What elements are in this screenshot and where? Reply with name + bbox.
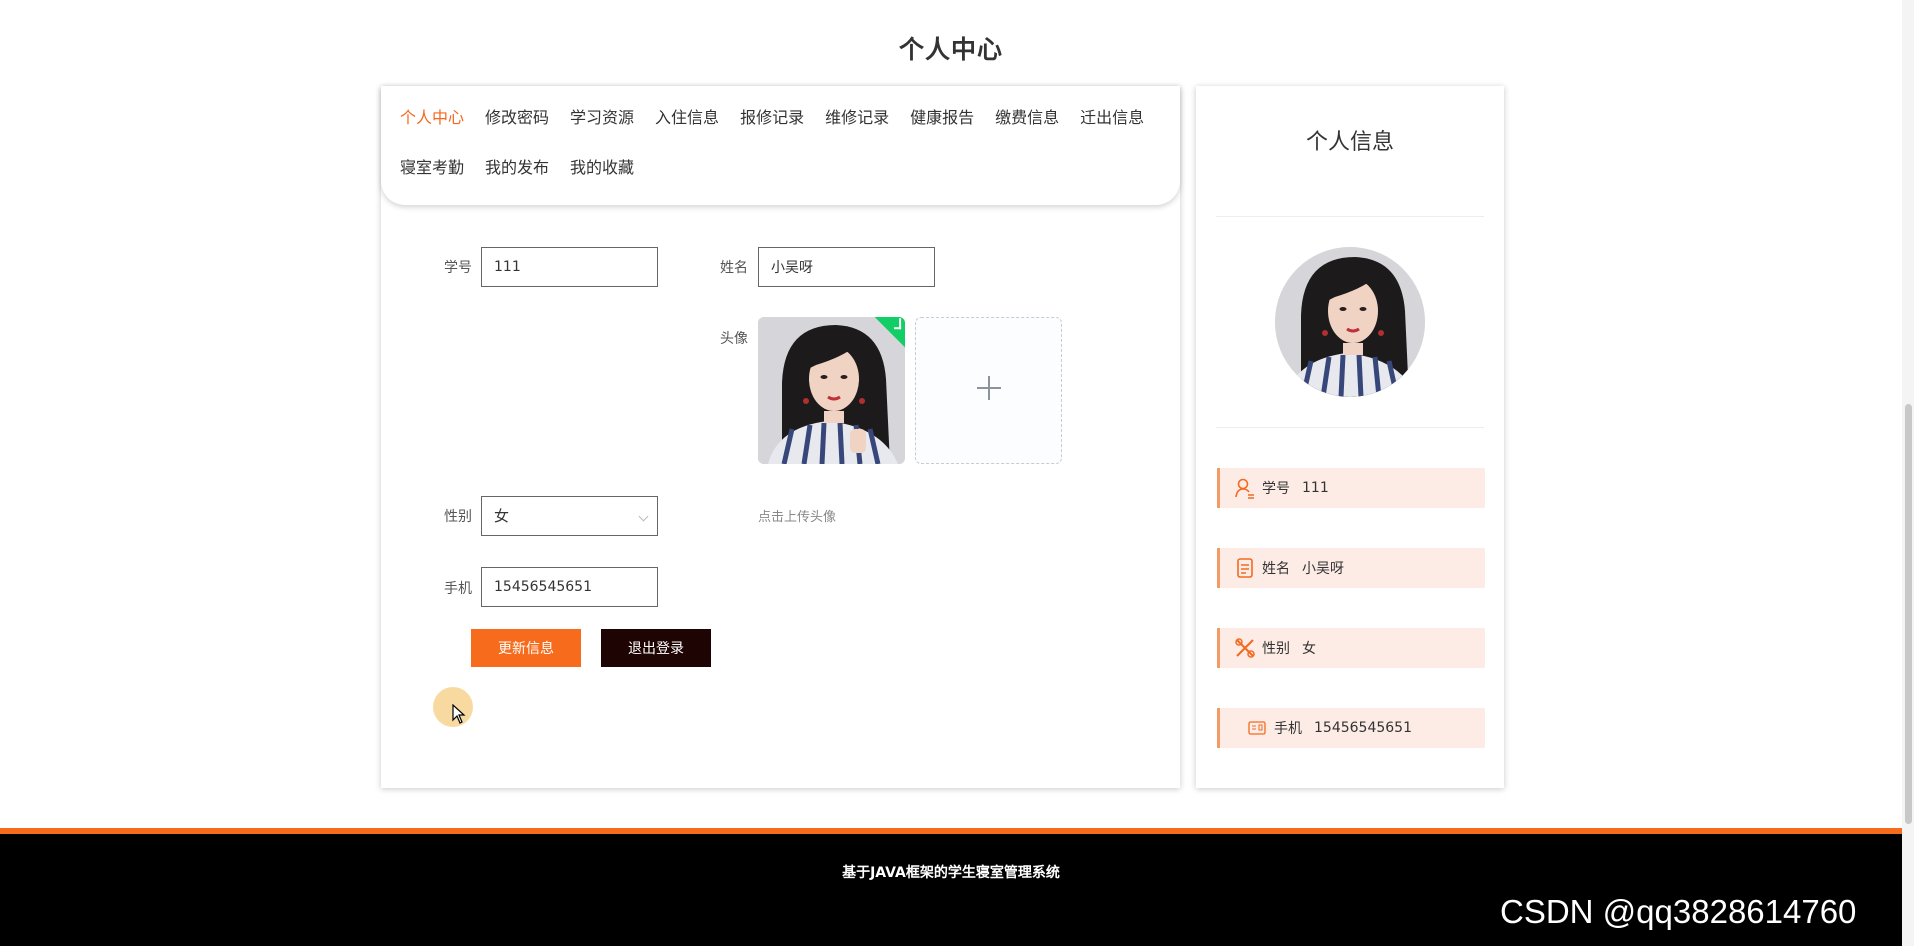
page-title: 个人中心 — [898, 35, 1003, 64]
mouse-cursor-icon — [452, 704, 466, 724]
tab-move-out-info[interactable]: 迁出信息 — [1080, 101, 1144, 151]
info-row-value: 111 — [1302, 480, 1329, 496]
upload-avatar-tip: 点击上传头像 — [758, 510, 837, 525]
info-row-label: 姓名 — [1262, 561, 1290, 577]
document-icon — [1234, 557, 1256, 579]
phone-input[interactable] — [481, 567, 658, 607]
avatar-label: 头像 — [720, 331, 748, 347]
divider — [1216, 216, 1484, 217]
info-row-label: 手机 — [1274, 721, 1302, 737]
avatar-thumbnail[interactable] — [758, 317, 905, 464]
tab-my-favorites[interactable]: 我的收藏 — [570, 151, 634, 201]
info-row-phone: 手机 15456545651 — [1217, 708, 1485, 748]
tab-personal-center[interactable]: 个人中心 — [400, 101, 464, 151]
info-row-gender: 性别 女 — [1217, 628, 1485, 668]
gender-select[interactable]: 女 — [481, 496, 658, 536]
tab-my-posts[interactable]: 我的发布 — [485, 151, 549, 201]
avatar-photo-icon — [758, 317, 905, 464]
student-id-input[interactable] — [481, 247, 658, 287]
avatar-photo-icon — [1275, 247, 1425, 397]
tab-payment-info[interactable]: 缴费信息 — [995, 101, 1059, 151]
info-row-value: 15456545651 — [1314, 720, 1412, 736]
tab-check-in-info[interactable]: 入住信息 — [655, 101, 719, 151]
check-icon — [894, 318, 902, 330]
student-id-label: 学号 — [444, 260, 472, 276]
update-info-button[interactable]: 更新信息 — [471, 629, 581, 667]
name-label: 姓名 — [720, 260, 748, 276]
csdn-watermark: CSDN @qq3828614760 — [1500, 893, 1857, 930]
info-row-value: 女 — [1302, 641, 1316, 657]
tools-icon — [1234, 637, 1256, 659]
tab-learning-resources[interactable]: 学习资源 — [570, 101, 634, 151]
tab-change-password[interactable]: 修改密码 — [485, 101, 549, 151]
tab-dorm-attendance[interactable]: 寝室考勤 — [400, 151, 464, 201]
info-row-value: 小吴呀 — [1302, 561, 1344, 577]
info-avatar — [1275, 247, 1425, 397]
scrollbar-thumb[interactable] — [1905, 404, 1912, 824]
plus-icon-vertical — [988, 376, 990, 400]
tab-repair-requests[interactable]: 报修记录 — [740, 101, 804, 151]
info-row-label: 性别 — [1262, 641, 1290, 657]
name-input[interactable] — [758, 247, 935, 287]
id-card-icon — [1246, 717, 1268, 739]
info-card-title: 个人信息 — [1305, 130, 1394, 155]
divider — [1216, 427, 1484, 428]
personal-info-card: 个人信息 学号 111 姓名 小吴呀 性别 女 手机 15456545651 — [1196, 86, 1504, 788]
gender-selected-value: 女 — [494, 507, 510, 525]
tab-health-report[interactable]: 健康报告 — [910, 101, 974, 151]
info-row-label: 学号 — [1262, 481, 1290, 497]
logout-button[interactable]: 退出登录 — [601, 629, 711, 667]
info-row-name: 姓名 小吴呀 — [1217, 548, 1485, 588]
tab-repair-records[interactable]: 维修记录 — [825, 101, 889, 151]
gender-label: 性别 — [444, 509, 472, 525]
profile-form-card: 个人中心 修改密码 学习资源 入住信息 报修记录 维修记录 健康报告 缴费信息 … — [381, 86, 1180, 788]
user-id-icon — [1234, 477, 1256, 499]
tab-bar: 个人中心 修改密码 学习资源 入住信息 报修记录 维修记录 健康报告 缴费信息 … — [381, 86, 1180, 205]
info-row-student-id: 学号 111 — [1217, 468, 1485, 508]
footer-text: 基于JAVA框架的学生寝室管理系统 — [842, 865, 1060, 881]
phone-label: 手机 — [444, 581, 472, 597]
chevron-down-icon — [638, 511, 649, 522]
avatar-upload-area[interactable] — [915, 317, 1062, 464]
